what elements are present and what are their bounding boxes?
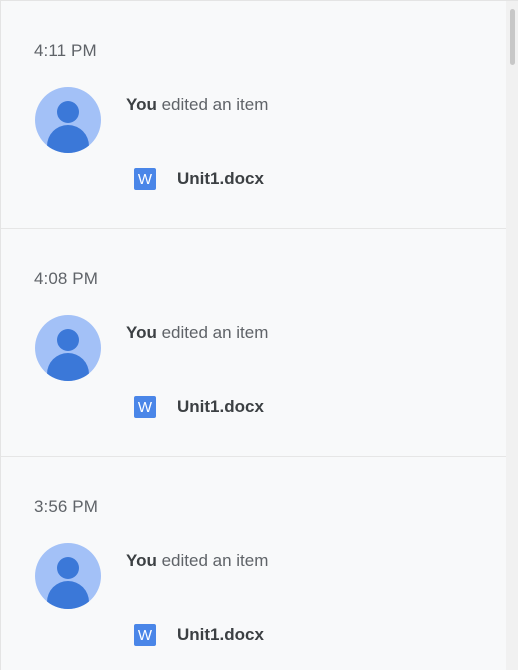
avatar-body <box>47 353 89 381</box>
scrollbar-thumb[interactable] <box>510 9 515 65</box>
activity-actor: You <box>126 95 157 114</box>
activity-time: 3:56 PM <box>34 497 99 516</box>
user-avatar-icon <box>35 543 101 609</box>
word-doc-icon: W <box>134 624 156 646</box>
word-doc-icon: W <box>134 396 156 418</box>
activity-description: You edited an item <box>126 323 268 343</box>
activity-description: You edited an item <box>126 551 268 571</box>
avatar-head <box>57 329 79 351</box>
activity-action: edited an item <box>156 323 269 342</box>
file-name: Unit1.docx <box>177 169 264 188</box>
activity-time: 4:11 PM <box>34 41 97 60</box>
activity-file-link[interactable]: W Unit1.docx <box>134 623 264 647</box>
avatar-head <box>57 557 79 579</box>
activity-entry: 3:56 PM You edited an item W Unit1.docx <box>1 457 507 670</box>
activity-panel: 4:11 PM You edited an item W Unit1.docx … <box>0 0 518 670</box>
activity-file-link[interactable]: W Unit1.docx <box>134 395 264 419</box>
avatar-head <box>57 101 79 123</box>
avatar-body <box>47 125 89 153</box>
activity-file-link[interactable]: W Unit1.docx <box>134 167 264 191</box>
user-avatar-icon <box>35 315 101 381</box>
activity-actor: You <box>126 323 157 342</box>
activity-actor: You <box>126 551 157 570</box>
avatar-body <box>47 581 89 609</box>
activity-action: edited an item <box>156 551 269 570</box>
activity-action: edited an item <box>156 95 269 114</box>
activity-entry: 4:08 PM You edited an item W Unit1.docx <box>1 229 507 457</box>
activity-time: 4:08 PM <box>34 269 99 288</box>
file-name: Unit1.docx <box>177 625 264 644</box>
vertical-scrollbar[interactable] <box>506 1 518 670</box>
word-doc-icon: W <box>134 168 156 190</box>
file-name: Unit1.docx <box>177 397 264 416</box>
activity-entry: 4:11 PM You edited an item W Unit1.docx <box>1 1 507 229</box>
activity-description: You edited an item <box>126 95 268 115</box>
activity-list: 4:11 PM You edited an item W Unit1.docx … <box>1 1 507 670</box>
user-avatar-icon <box>35 87 101 153</box>
